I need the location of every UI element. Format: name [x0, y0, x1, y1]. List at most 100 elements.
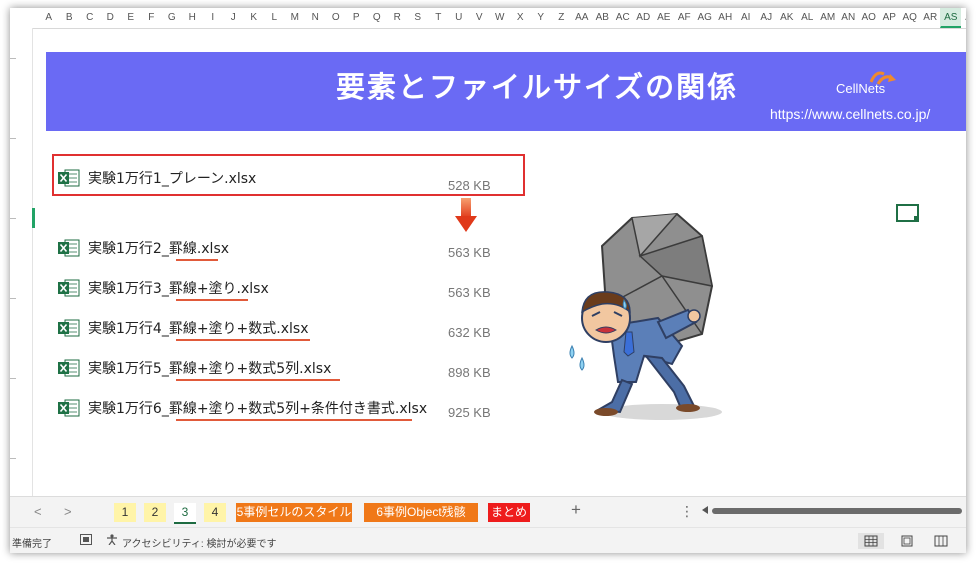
- column-header-t[interactable]: T: [428, 8, 449, 28]
- column-header-z[interactable]: Z: [551, 8, 572, 28]
- page-layout-view-icon[interactable]: [894, 533, 920, 549]
- column-header-h[interactable]: H: [182, 8, 203, 28]
- column-header-c[interactable]: C: [79, 8, 100, 28]
- column-header-g[interactable]: G: [161, 8, 182, 28]
- column-header-at[interactable]: AT: [961, 8, 966, 28]
- column-header-j[interactable]: J: [223, 8, 244, 28]
- column-header-bar: A B C D E F G H I J K L M N O P Q R S T U V W X Y Z AA AB AC AD AE AF AG…: [10, 8, 966, 29]
- column-header-al[interactable]: AL: [797, 8, 818, 28]
- macro-record-icon[interactable]: [80, 534, 92, 545]
- more-options-icon[interactable]: ⋮: [680, 503, 694, 520]
- fill-handle[interactable]: [914, 216, 918, 220]
- brand-name: CellNets: [836, 81, 886, 96]
- column-header-as[interactable]: AS: [940, 8, 961, 28]
- sheet-tab-bar: < > 1 2 3 4 5事例セルのスタイル 6事例Object残骸 まとめ +…: [10, 496, 966, 527]
- column-header-aq[interactable]: AQ: [899, 8, 920, 28]
- column-header-s[interactable]: S: [407, 8, 428, 28]
- column-header-ab[interactable]: AB: [592, 8, 613, 28]
- down-arrow-icon: [455, 198, 477, 232]
- column-header-ad[interactable]: AD: [633, 8, 654, 28]
- sheet-tab-1[interactable]: 1: [114, 503, 136, 522]
- tab-scroll-left-button[interactable]: <: [34, 504, 42, 519]
- tab-scroll-right-button[interactable]: >: [64, 504, 72, 519]
- file-size: 528 KB: [448, 178, 491, 193]
- row-tick: [10, 298, 16, 299]
- excel-file-icon: [58, 279, 80, 297]
- column-header-p[interactable]: P: [346, 8, 367, 28]
- column-header-ah[interactable]: AH: [715, 8, 736, 28]
- column-header-ar[interactable]: AR: [920, 8, 941, 28]
- file-size: 563 KB: [448, 245, 491, 260]
- column-header-i[interactable]: I: [202, 8, 223, 28]
- accessibility-status[interactable]: アクセシビリティ: 検討が必要です: [122, 535, 276, 550]
- column-header-ao[interactable]: AO: [858, 8, 879, 28]
- sheet-tab-2[interactable]: 2: [144, 503, 166, 522]
- column-header-l[interactable]: L: [264, 8, 285, 28]
- add-sheet-button[interactable]: +: [571, 500, 581, 520]
- column-header-ag[interactable]: AG: [694, 8, 715, 28]
- column-letters: A B C D E F G H I J K L M N O P Q R S T U V W X Y Z AA AB AC AD AE AF AG…: [38, 8, 966, 28]
- column-header-ak[interactable]: AK: [776, 8, 797, 28]
- file-size: 925 KB: [448, 405, 491, 420]
- column-header-af[interactable]: AF: [674, 8, 695, 28]
- excel-file-icon: [58, 239, 80, 257]
- accessibility-icon[interactable]: [106, 534, 118, 545]
- column-header-x[interactable]: X: [510, 8, 531, 28]
- column-header-u[interactable]: U: [448, 8, 469, 28]
- row-tick: [10, 218, 16, 219]
- column-header-e[interactable]: E: [120, 8, 141, 28]
- selected-row-marker: [32, 208, 35, 228]
- row-tick: [10, 458, 16, 459]
- sheet-tab-summary[interactable]: まとめ: [488, 503, 530, 522]
- file-size: 632 KB: [448, 325, 491, 340]
- status-bar: 準備完了 アクセシビリティ: 検討が必要です: [10, 527, 966, 553]
- row-header-bar: [10, 28, 33, 498]
- excel-window: A B C D E F G H I J K L M N O P Q R S T U V W X Y Z AA AB AC AD AE AF AG…: [10, 8, 966, 553]
- column-header-a[interactable]: A: [38, 8, 59, 28]
- column-header-q[interactable]: Q: [366, 8, 387, 28]
- title-banner: 要素とファイルサイズの関係 CellNets https://www.celln…: [46, 52, 966, 131]
- column-header-aa[interactable]: AA: [571, 8, 592, 28]
- row-tick: [10, 378, 16, 379]
- file-name: 実験1万行6_罫線+塗り+数式5列+条件付き書式.xlsx: [88, 401, 428, 417]
- page-break-view-icon[interactable]: [928, 533, 954, 549]
- excel-file-icon: [58, 169, 80, 187]
- column-header-ap[interactable]: AP: [879, 8, 900, 28]
- column-header-m[interactable]: M: [284, 8, 305, 28]
- column-header-ac[interactable]: AC: [612, 8, 633, 28]
- scroll-left-icon[interactable]: [702, 506, 708, 514]
- file-name: 実験1万行2_罫線.xlsx: [88, 241, 230, 257]
- column-header-an[interactable]: AN: [838, 8, 859, 28]
- horizontal-scrollbar[interactable]: [712, 508, 962, 514]
- column-header-f[interactable]: F: [141, 8, 162, 28]
- column-header-aj[interactable]: AJ: [756, 8, 777, 28]
- row-tick: [10, 58, 16, 59]
- difference-underline: [176, 419, 412, 421]
- row-tick: [10, 138, 16, 139]
- normal-view-icon[interactable]: [858, 533, 884, 549]
- file-name: 実験1万行4_罫線+塗り+数式.xlsx: [88, 321, 309, 337]
- sheet-tab-4[interactable]: 4: [204, 503, 226, 522]
- column-header-ai[interactable]: AI: [735, 8, 756, 28]
- column-header-n[interactable]: N: [305, 8, 326, 28]
- brand-url: https://www.cellnets.co.jp/: [770, 106, 931, 122]
- ready-status: 準備完了: [12, 539, 52, 550]
- excel-file-icon: [58, 359, 80, 377]
- column-header-d[interactable]: D: [100, 8, 121, 28]
- column-header-y[interactable]: Y: [530, 8, 551, 28]
- column-header-v[interactable]: V: [469, 8, 490, 28]
- column-header-ae[interactable]: AE: [653, 8, 674, 28]
- file-name: 実験1万行5_罫線+塗り+数式5列.xlsx: [88, 361, 332, 377]
- column-header-w[interactable]: W: [489, 8, 510, 28]
- column-header-k[interactable]: K: [243, 8, 264, 28]
- column-header-o[interactable]: O: [325, 8, 346, 28]
- file-size: 563 KB: [448, 285, 491, 300]
- column-header-am[interactable]: AM: [817, 8, 838, 28]
- excel-file-icon: [58, 399, 80, 417]
- column-header-r[interactable]: R: [387, 8, 408, 28]
- sheet-tab-5[interactable]: 5事例セルのスタイル: [236, 503, 352, 522]
- column-header-b[interactable]: B: [59, 8, 80, 28]
- sheet-tab-6[interactable]: 6事例Object残骸: [364, 503, 478, 522]
- man-carrying-rock-illustration: [569, 212, 722, 420]
- sheet-tab-3[interactable]: 3: [174, 503, 196, 524]
